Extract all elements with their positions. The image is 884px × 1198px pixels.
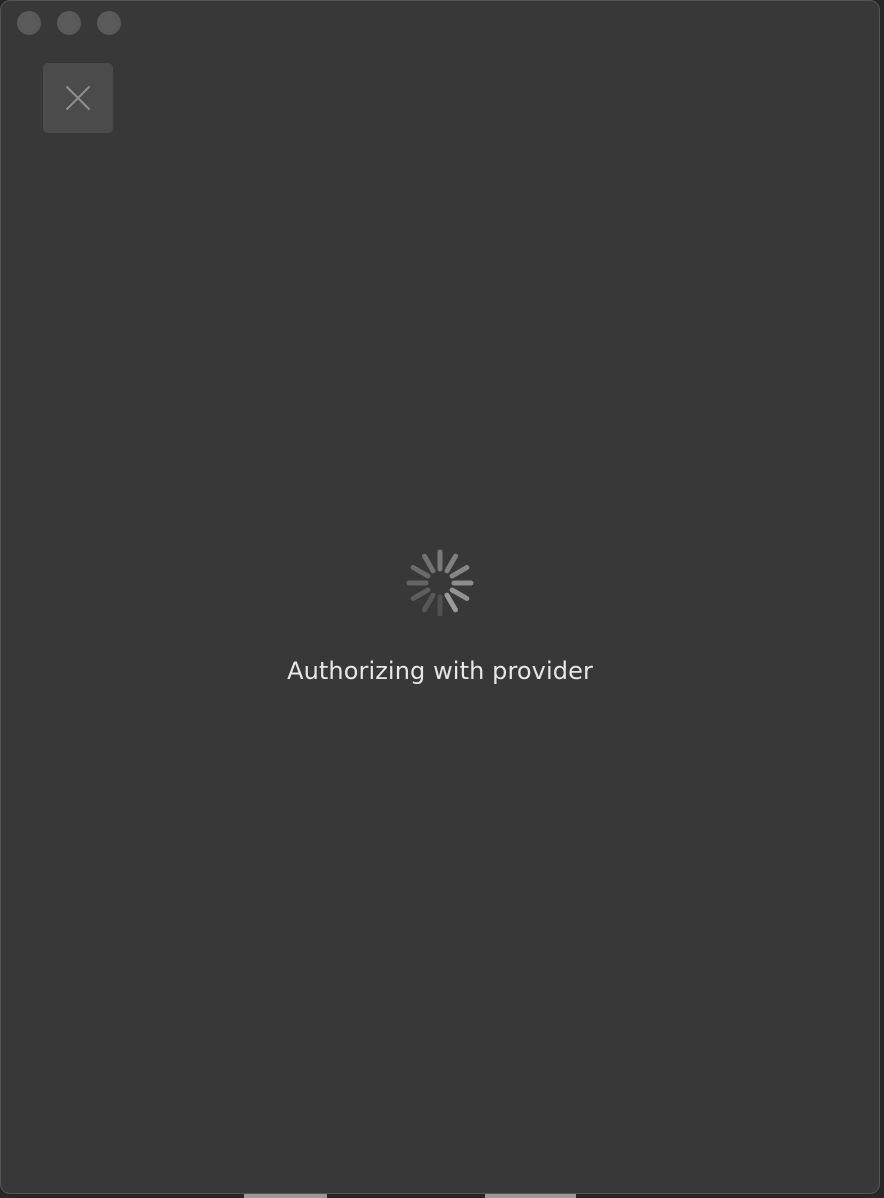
close-icon <box>65 85 91 111</box>
window-controls <box>17 11 121 35</box>
spinner-spoke <box>449 587 470 601</box>
status-area: Authorizing with provider <box>1 549 879 685</box>
dock-indicator <box>244 1194 327 1198</box>
spinner-spoke <box>449 565 470 579</box>
auth-window: Authorizing with provider <box>0 0 880 1194</box>
dock-indicator <box>485 1194 576 1198</box>
window-close-button[interactable] <box>17 11 41 35</box>
window-zoom-button[interactable] <box>97 11 121 35</box>
spinner-spoke <box>422 592 436 613</box>
loading-spinner-icon <box>406 549 474 617</box>
spinner-spoke <box>410 587 431 601</box>
spinner-spoke <box>410 565 431 579</box>
spinner-spoke <box>444 553 458 574</box>
spinner-spoke <box>422 553 436 574</box>
status-message: Authorizing with provider <box>287 657 593 685</box>
close-button[interactable] <box>43 63 113 133</box>
window-minimize-button[interactable] <box>57 11 81 35</box>
spinner-spoke <box>444 592 458 613</box>
